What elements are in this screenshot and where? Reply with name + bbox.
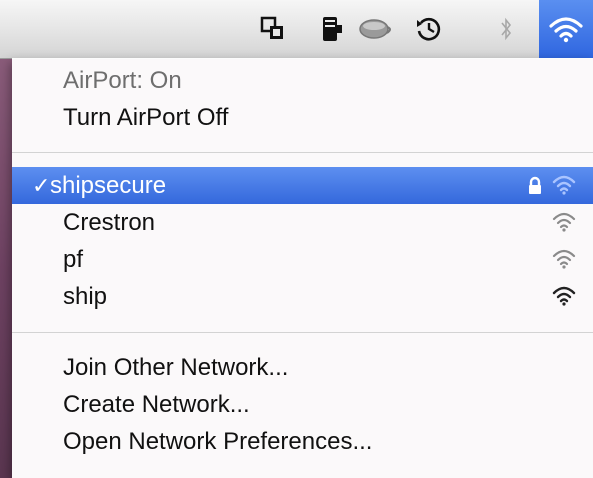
open-network-preferences-item[interactable]: Open Network Preferences...: [12, 423, 593, 460]
airport-status-label: AirPort: On: [63, 67, 182, 94]
wifi-icon[interactable]: [539, 0, 593, 58]
time-machine-icon[interactable]: [412, 0, 446, 58]
network-item-ship[interactable]: ship: [12, 278, 593, 315]
bluetooth-icon[interactable]: [495, 0, 517, 58]
network-name: ship: [63, 283, 108, 310]
network-name: shipsecure: [50, 172, 167, 199]
desktop-background: [0, 58, 12, 478]
network-item-crestron[interactable]: Crestron: [12, 204, 593, 241]
turn-airport-off-item[interactable]: Turn AirPort Off: [12, 99, 593, 136]
network-name: Crestron: [63, 209, 156, 236]
separator: [12, 332, 593, 333]
airport-status: AirPort: On: [12, 62, 593, 99]
bowl-icon[interactable]: [356, 0, 396, 58]
network-name: pf: [63, 246, 84, 273]
window-switch-icon[interactable]: [258, 0, 288, 58]
join-other-network-item[interactable]: Join Other Network...: [12, 349, 593, 386]
network-item-shipsecure[interactable]: ✓shipsecure: [12, 167, 593, 204]
check-icon: ✓: [32, 173, 51, 198]
turn-airport-off-label: Turn AirPort Off: [63, 104, 229, 131]
wifi-signal-icon: [552, 249, 576, 269]
create-network-label: Create Network...: [63, 391, 250, 418]
separator: [12, 152, 593, 153]
open-network-preferences-label: Open Network Preferences...: [63, 428, 373, 455]
menu-bar: [0, 0, 593, 59]
battery-icon[interactable]: [318, 0, 348, 58]
wifi-signal-icon: [552, 286, 576, 306]
create-network-item[interactable]: Create Network...: [12, 386, 593, 423]
network-item-pf[interactable]: pf: [12, 241, 593, 278]
wifi-signal-icon: [552, 212, 576, 232]
wifi-signal-icon: [552, 175, 576, 195]
airport-menu: AirPort: On Turn AirPort Off ✓shipsecure…: [12, 58, 593, 478]
join-other-network-label: Join Other Network...: [63, 354, 289, 381]
lock-icon: [529, 176, 541, 194]
